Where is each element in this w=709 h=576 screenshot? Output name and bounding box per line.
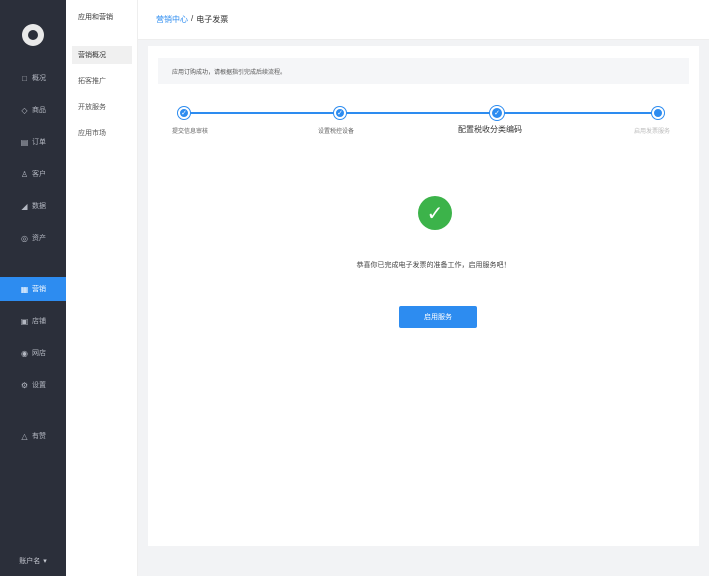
sidebar-item-assets[interactable]: ◎ 资产 (0, 226, 66, 250)
step-connector (184, 112, 663, 114)
sidebar-item-data[interactable]: ◢ 数据 (0, 194, 66, 218)
step-label-current: 配置税收分类编码 (458, 125, 522, 134)
sidebar-item-goods[interactable]: ◇ 商品 (0, 98, 66, 122)
step-label-future: 启用发票服务 (634, 129, 671, 135)
sidebar-item-orders[interactable]: ▤ 订单 (0, 130, 66, 154)
submenu-item-promotion[interactable]: 拓客推广 (72, 72, 132, 90)
user-icon: ♙ (20, 169, 29, 179)
step-label: 设置税控设备 (318, 129, 355, 135)
sidebar-item-label: 资产 (32, 235, 46, 242)
sidebar-item-store[interactable]: ▣ 店铺 (0, 309, 66, 333)
overview-icon: □ (22, 73, 27, 83)
order-icon: ▤ (20, 137, 29, 147)
gear-icon: ⚙ (20, 380, 29, 390)
step-label: 提交信息审核 (172, 129, 209, 135)
progress-steps: ✓ ✓ ✓ 提交信息审核 设置税控设备 配置税收分类编码 启用发票服务 (172, 102, 671, 142)
sidebar-item-label: 订单 (32, 139, 46, 146)
globe-icon: ◉ (21, 348, 28, 358)
step-current-icon: ✓ (490, 106, 504, 120)
submenu-item-app-market[interactable]: 应用市场 (72, 124, 132, 142)
main-sidebar: □ 概况 ◇ 商品 ▤ 订单 ♙ 客户 ◢ 数据 ◎ 资产 ▦ 营销 ▣ 店铺 … (0, 0, 66, 576)
main-panel: 应用订购成功，请根据指引完成后续流程。 ✓ ✓ ✓ 提交信息审核 设置税控设备 … (148, 46, 699, 546)
sidebar-item-label: 营销 (32, 286, 46, 293)
store-icon: ▣ (20, 316, 29, 326)
step-done-icon: ✓ (334, 107, 346, 119)
grid-icon: ▦ (20, 284, 29, 294)
success-message: 恭喜你已完成电子发票的准备工作，启用服务吧！ (356, 262, 511, 269)
sidebar-item-label: 概况 (32, 75, 46, 82)
store-switcher[interactable]: 账户名 ▾ (0, 546, 66, 576)
sidebar-item-label: 商品 (32, 107, 46, 114)
tag-icon: ◇ (21, 105, 28, 115)
sidebar-item-label: 数据 (32, 203, 46, 210)
notice-bar: 应用订购成功，请根据指引完成后续流程。 (158, 58, 689, 84)
sidebar-item-label: 客户 (32, 171, 46, 178)
sidebar-item-online-store[interactable]: ◉ 网店 (0, 341, 66, 365)
success-check-icon: ✓ (418, 196, 452, 230)
sidebar-item-label: 有赞 (32, 433, 46, 440)
enable-service-button[interactable]: 启用服务 (399, 306, 477, 328)
sidebar-item-label: 网店 (32, 350, 46, 357)
asset-icon: ◎ (21, 233, 28, 243)
breadcrumb-link[interactable]: 营销中心 (156, 14, 188, 25)
store-name: 账户名 (19, 558, 41, 565)
content-area: 应用订购成功，请根据指引完成后续流程。 ✓ ✓ ✓ 提交信息审核 设置税控设备 … (138, 40, 709, 576)
chevron-down-icon: ▾ (43, 558, 47, 565)
chart-icon: ◢ (21, 201, 28, 211)
step-future-icon (652, 107, 664, 119)
sidebar-item-label: 设置 (32, 382, 46, 389)
sidebar-item-customers[interactable]: ♙ 客户 (0, 162, 66, 186)
submenu-title: 应用和营销 (78, 14, 113, 21)
submenu-item-overview[interactable]: 营销概况 (72, 46, 132, 64)
sidebar-item-marketing[interactable]: ▦ 营销 (0, 277, 66, 301)
sidebar-item-settings[interactable]: ⚙ 设置 (0, 373, 66, 397)
secondary-menu: 应用和营销 营销概况 拓客推广 开放服务 应用市场 (66, 0, 138, 576)
step-done-icon: ✓ (178, 107, 190, 119)
sidebar-item-overview[interactable]: □ 概况 (0, 66, 66, 90)
logo-icon[interactable] (22, 24, 44, 46)
top-bar: 营销中心 / 电子发票 (138, 0, 709, 40)
youzan-icon: △ (21, 431, 28, 441)
submenu-item-open-service[interactable]: 开放服务 (72, 98, 132, 116)
sidebar-item-youzan[interactable]: △ 有赞 (0, 424, 66, 448)
breadcrumb: 营销中心 / 电子发票 (156, 14, 228, 25)
sidebar-item-label: 店铺 (32, 318, 46, 325)
breadcrumb-current: 电子发票 (196, 15, 229, 24)
breadcrumb-separator: / (191, 14, 194, 23)
